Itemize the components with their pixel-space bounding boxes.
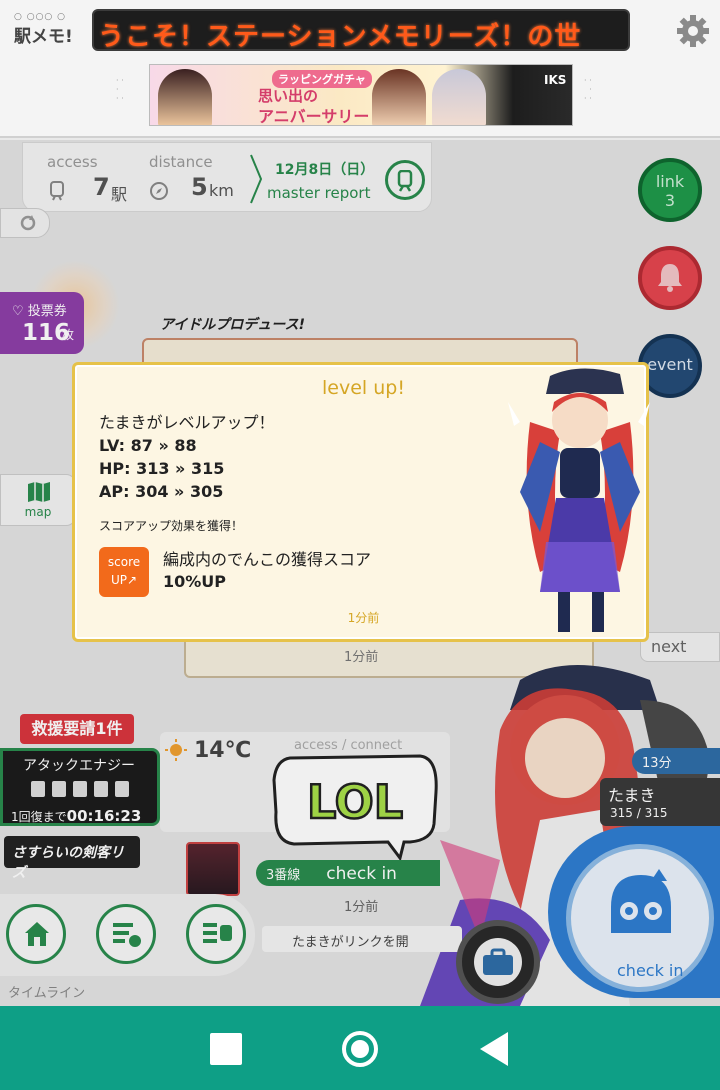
- gear-icon[interactable]: [676, 14, 710, 48]
- banner-girl-3: [432, 69, 486, 125]
- score-effect-line1: 編成内のでんこの獲得スコア: [163, 550, 372, 569]
- hp-line: HP: 313 » 315: [99, 459, 225, 478]
- score-effect-text: 編成内のでんこの獲得スコア 10%UP: [163, 549, 371, 593]
- recent-apps-button[interactable]: [210, 1033, 242, 1065]
- denko-character-art: [508, 368, 650, 632]
- logo-text: 駅メモ!: [14, 27, 73, 47]
- banner-right-text: IKS: [544, 73, 567, 87]
- marquee-text: うこそ！ステーションメモリーズ！の世: [98, 22, 582, 51]
- score-up-subtitle: スコアアップ効果を獲得！: [99, 519, 244, 533]
- banner-next-dots[interactable]: · · · · ·: [584, 76, 608, 116]
- logo-dots: ○ ○○○ ○: [14, 12, 66, 22]
- system-nav-bar: [0, 1006, 720, 1090]
- badge-top: score: [107, 555, 141, 569]
- score-up-badge: score UP↗: [99, 547, 149, 597]
- score-effect-line2: 10%UP: [163, 572, 227, 591]
- banner-prev-dots[interactable]: · · · · ·: [116, 76, 140, 116]
- top-header: ○ ○○○ ○ 駅メモ! うこそ！ステーションメモリーズ！の世 · · · · · …: [0, 0, 720, 138]
- badge-bottom: UP↗: [110, 573, 138, 587]
- home-system-dot: [351, 1040, 369, 1058]
- level-up-message: たまきがレベルアップ！: [99, 413, 275, 432]
- home-system-button[interactable]: [342, 1031, 378, 1067]
- ap-line: AP: 304 » 305: [99, 482, 224, 501]
- gacha-banner[interactable]: ラッピングガチャ 思い出の アニバーサリー IKS: [149, 64, 573, 126]
- back-icon[interactable]: [478, 1030, 510, 1068]
- level-up-details: たまきがレベルアップ！ LV: 87 » 88 HP: 313 » 315 AP…: [99, 411, 275, 503]
- banner-girl-2: [372, 69, 426, 125]
- level-line: LV: 87 » 88: [99, 436, 197, 455]
- news-marquee[interactable]: うこそ！ステーションメモリーズ！の世: [92, 9, 630, 51]
- app-logo[interactable]: ○ ○○○ ○ 駅メモ!: [14, 12, 78, 52]
- banner-line2: アニバーサリー: [258, 107, 370, 126]
- banner-girl-1: [158, 69, 212, 125]
